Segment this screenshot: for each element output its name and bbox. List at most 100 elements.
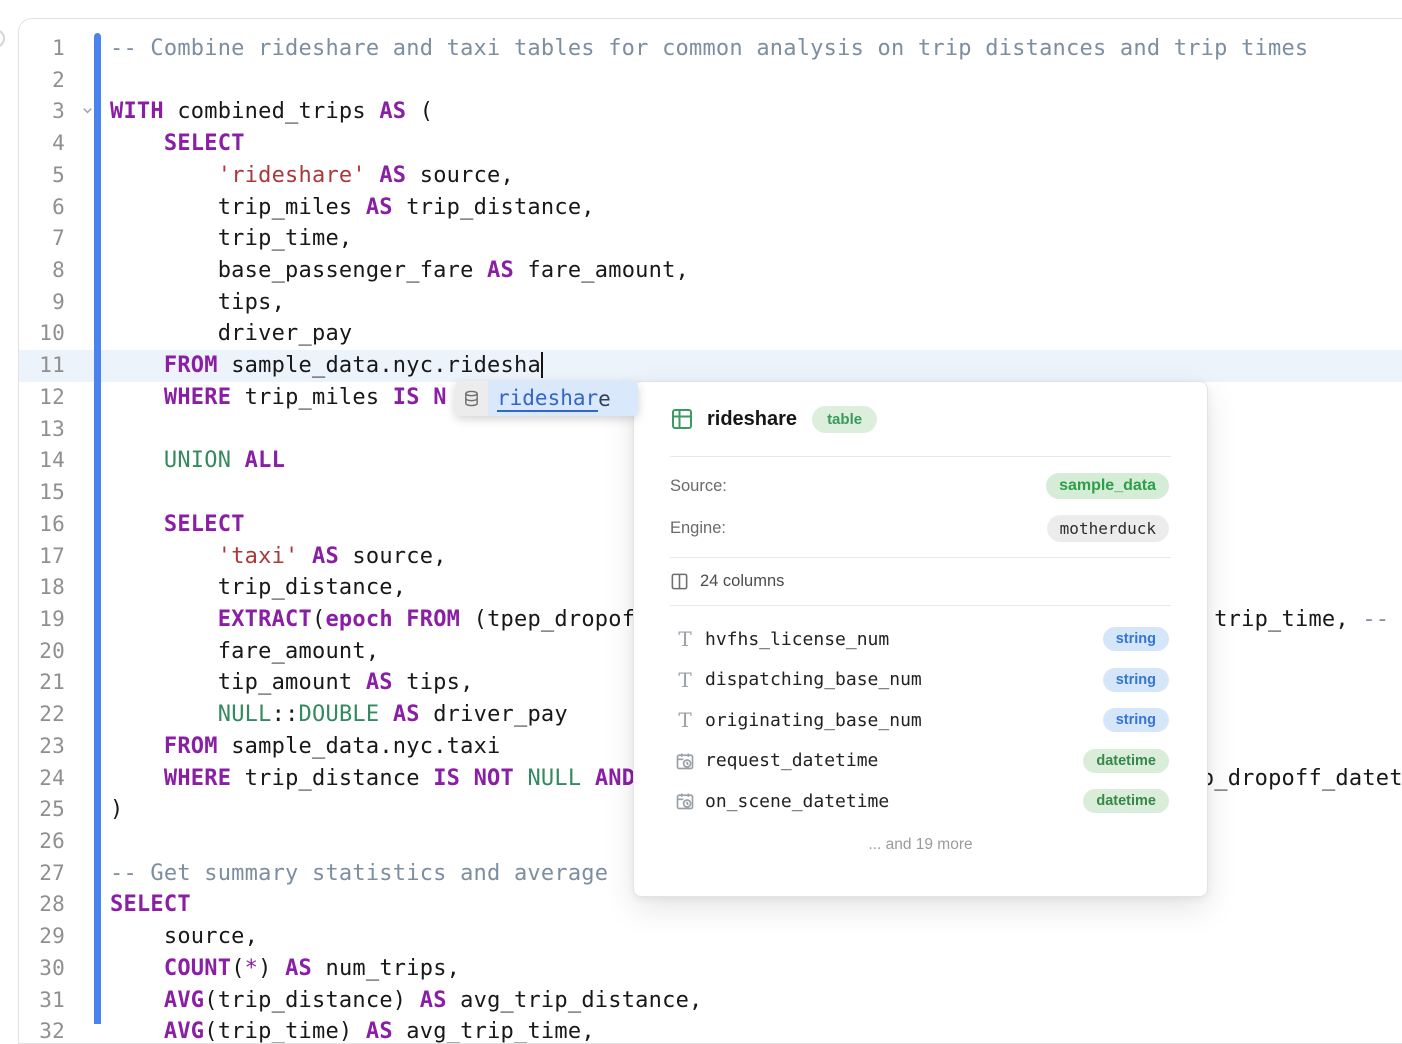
code-token: AS: [420, 988, 447, 1013]
line-number[interactable]: 10: [19, 318, 65, 350]
code-text: base_passenger_fare AS fare_amount,: [110, 258, 689, 283]
column-type-badge: string: [1103, 627, 1169, 651]
line-number[interactable]: 7: [19, 223, 65, 255]
divider: [670, 456, 1171, 457]
code-token: WHERE: [164, 766, 231, 791]
line-number[interactable]: 27: [19, 858, 65, 890]
code-token: -- Get summary statistics and average: [110, 861, 622, 886]
code-token: sample_data.nyc.ridesha: [218, 353, 541, 378]
code-text: WITH combined_trips AS (: [110, 99, 433, 124]
line-number[interactable]: 22: [19, 699, 65, 731]
code-token: [110, 988, 164, 1013]
code-token: [110, 956, 164, 981]
code-text: NULL::DOUBLE AS driver_pay: [110, 702, 568, 727]
line-number[interactable]: 25: [19, 794, 65, 826]
line-number[interactable]: 21: [19, 667, 65, 699]
line-number[interactable]: 23: [19, 731, 65, 763]
code-line[interactable]: 3 WITH combined_trips AS (: [19, 96, 1402, 128]
code-line[interactable]: 31 AVG(trip_distance) AS avg_trip_distan…: [19, 985, 1402, 1017]
table-type-badge: table: [812, 406, 877, 433]
code-text: source,: [110, 924, 258, 949]
code-line[interactable]: 7 trip_time,: [19, 223, 1402, 255]
code-line[interactable]: 11 FROM sample_data.nyc.ridesha: [19, 350, 1402, 382]
code-token: NOT: [474, 766, 514, 791]
code-token: [110, 353, 164, 378]
database-icon: [455, 381, 488, 416]
columns-list: T hvfhs_license_num string T dispatching…: [634, 606, 1207, 822]
app-root: { "editor": { "syntax_colors": { "keywor…: [0, 0, 1402, 1024]
code-line[interactable]: 6 trip_miles AS trip_distance,: [19, 192, 1402, 224]
text-cursor: [541, 352, 543, 378]
code-token: fare_amount,: [110, 639, 379, 664]
code-line[interactable]: 32 AVG(trip_time) AS avg_trip_time,: [19, 1016, 1402, 1044]
code-line[interactable]: 4 SELECT: [19, 128, 1402, 160]
column-name: originating_base_num: [705, 710, 922, 731]
code-text: WHERE trip_miles IS N: [110, 385, 447, 410]
line-number[interactable]: 18: [19, 572, 65, 604]
code-token: FROM: [164, 734, 218, 759]
line-number[interactable]: 8: [19, 255, 65, 287]
table-icon: [670, 407, 694, 431]
code-line[interactable]: 30 COUNT(*) AS num_trips,: [19, 953, 1402, 985]
code-token: tip_amount: [110, 670, 366, 695]
line-number[interactable]: 17: [19, 541, 65, 573]
code-token: tips,: [393, 670, 474, 695]
columns-count-row: 24 columns: [634, 558, 1207, 605]
line-number[interactable]: 6: [19, 192, 65, 224]
code-token: (tpep_dropof: [460, 607, 635, 632]
line-number[interactable]: 31: [19, 985, 65, 1017]
code-line[interactable]: 10 driver_pay: [19, 318, 1402, 350]
line-number[interactable]: 29: [19, 921, 65, 953]
code-token: IS: [433, 766, 460, 791]
line-number[interactable]: 26: [19, 826, 65, 858]
line-number[interactable]: 11: [19, 350, 65, 382]
code-token: AS: [379, 163, 406, 188]
code-token: UNION: [164, 448, 231, 473]
line-number[interactable]: 20: [19, 636, 65, 668]
line-number[interactable]: 5: [19, 160, 65, 192]
code-line[interactable]: 5 'rideshare' AS source,: [19, 160, 1402, 192]
columns-icon: [670, 572, 689, 591]
datetime-type-icon: [674, 791, 696, 811]
code-token: trip_miles: [110, 195, 366, 220]
line-number[interactable]: 4: [19, 128, 65, 160]
line-number[interactable]: 12: [19, 382, 65, 414]
code-token: [460, 766, 473, 791]
code-token: ALL: [245, 448, 285, 473]
line-number[interactable]: 19: [19, 604, 65, 636]
code-text: UNION ALL: [110, 448, 285, 473]
code-token: (: [406, 99, 433, 124]
line-number[interactable]: 13: [19, 414, 65, 446]
line-number[interactable]: 16: [19, 509, 65, 541]
code-token: avg_trip_distance,: [447, 988, 703, 1013]
line-number[interactable]: 9: [19, 287, 65, 319]
code-line[interactable]: 8 base_passenger_fare AS fare_amount,: [19, 255, 1402, 287]
line-number[interactable]: 1: [19, 33, 65, 65]
fold-chevron-icon[interactable]: [65, 96, 110, 128]
code-line[interactable]: 29 source,: [19, 921, 1402, 953]
line-number[interactable]: 24: [19, 763, 65, 795]
line-number[interactable]: 32: [19, 1016, 65, 1044]
code-token: [379, 702, 392, 727]
code-token: IS: [393, 385, 420, 410]
table-card-header: rideshare table: [634, 382, 1207, 456]
autocomplete-item-rideshare[interactable]: rideshare: [488, 381, 638, 416]
code-line[interactable]: 2: [19, 65, 1402, 97]
line-number[interactable]: 30: [19, 953, 65, 985]
line-number[interactable]: 14: [19, 445, 65, 477]
column-row: T dispatching_base_num string: [634, 660, 1207, 701]
table-info-card: rideshare table Source: sample_data Engi…: [633, 381, 1208, 897]
code-token: 'rideshare': [218, 163, 366, 188]
code-token: [110, 702, 218, 727]
line-number[interactable]: 2: [19, 65, 65, 97]
code-token: AS: [393, 702, 420, 727]
code-token: driver_pay: [110, 321, 352, 346]
code-token: tips,: [110, 290, 285, 315]
code-line[interactable]: 1-- Combine rideshare and taxi tables fo…: [19, 33, 1402, 65]
code-line[interactable]: 9 tips,: [19, 287, 1402, 319]
line-number[interactable]: 15: [19, 477, 65, 509]
column-row: on_scene_datetime datetime: [634, 781, 1207, 822]
engine-value-badge: motherduck: [1047, 515, 1169, 542]
line-number[interactable]: 3: [19, 96, 65, 128]
line-number[interactable]: 28: [19, 889, 65, 921]
